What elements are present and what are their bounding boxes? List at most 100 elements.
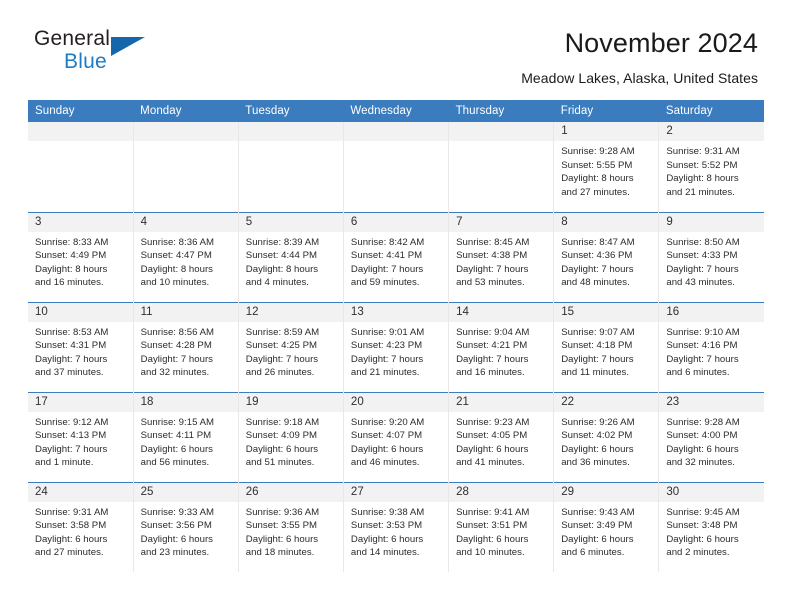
calendar-body: 1 Sunrise: 9:28 AM Sunset: 5:55 PM Daylight… [28,122,764,573]
sun-info-line-sunrise: Sunrise: 8:56 AM [140,326,215,338]
day-sun-info: Sunrise: 9:31 AM Sunset: 3:58 PM Daylight:… [28,502,133,560]
calendar-day-cell[interactable]: 20 Sunrise: 9:20 AM Sunset: 4:07 PM Dayligh… [343,391,450,483]
day-sun-info: Sunrise: 9:36 AM Sunset: 3:55 PM Daylight:… [239,502,343,560]
day-number: 23 [659,392,764,412]
sun-info-line-daylight1: Daylight: 6 hours [456,443,529,455]
calendar-day-cell[interactable]: 9 Sunrise: 8:50 AM Sunset: 4:33 PM Daylight… [658,211,764,303]
calendar-day-cell[interactable]: 7 Sunrise: 8:45 AM Sunset: 4:38 PM Daylight… [448,211,555,303]
calendar-day-cell[interactable]: 24 Sunrise: 9:31 AM Sunset: 3:58 PM Dayligh… [28,481,134,573]
day-number: 6 [343,212,449,232]
calendar-day-cell[interactable]: 17 Sunrise: 9:12 AM Sunset: 4:13 PM Dayligh… [28,391,134,483]
calendar-day-cell[interactable]: 26 Sunrise: 9:36 AM Sunset: 3:55 PM Dayligh… [238,481,344,573]
sun-info-line-sunset: Sunset: 4:33 PM [666,250,738,262]
calendar-day-cell[interactable]: 12 Sunrise: 8:59 AM Sunset: 4:25 PM Dayligh… [238,301,344,393]
day-number: 27 [343,482,449,502]
calendar-day-cell[interactable]: 11 Sunrise: 8:56 AM Sunset: 4:28 PM Dayligh… [133,301,239,393]
day-number: 12 [238,302,343,322]
sun-info-line-daylight1: Daylight: 7 hours [456,353,529,365]
calendar-day-cell[interactable]: 13 Sunrise: 9:01 AM Sunset: 4:23 PM Dayligh… [343,301,450,393]
calendar-day-cell[interactable]: 30 Sunrise: 9:45 AM Sunset: 3:48 PM Dayligh… [658,481,764,573]
day-number: 25 [133,482,238,502]
day-sun-info: Sunrise: 8:42 AM Sunset: 4:41 PM Daylight:… [344,232,448,290]
calendar-day-cell[interactable]: 19 Sunrise: 9:18 AM Sunset: 4:09 PM Dayligh… [238,391,344,483]
sun-info-line-daylight1: Daylight: 6 hours [350,443,424,455]
sun-info-line-sunrise: Sunrise: 8:47 AM [561,236,635,248]
sun-info-line-sunrise: Sunrise: 8:50 AM [666,236,740,248]
sun-info-line-sunrise: Sunrise: 9:18 AM [245,416,320,428]
sun-info-line-daylight2: and 21 minutes. [666,186,735,198]
calendar-day-cell[interactable]: 18 Sunrise: 9:15 AM Sunset: 4:11 PM Dayligh… [133,391,239,483]
day-number: 20 [343,392,449,412]
calendar-day-cell-empty [448,122,555,213]
calendar-day-cell[interactable]: 10 Sunrise: 8:53 AM Sunset: 4:31 PM Dayligh… [28,301,134,393]
calendar-day-cell[interactable]: 27 Sunrise: 9:38 AM Sunset: 3:53 PM Dayligh… [343,481,450,573]
sun-info-line-daylight2: and 59 minutes. [350,277,420,289]
sun-info-line-daylight2: and 36 minutes. [561,457,630,469]
day-sun-info: Sunrise: 9:10 AM Sunset: 4:16 PM Daylight:… [659,322,764,380]
sun-info-line-sunset: Sunset: 3:48 PM [666,520,738,532]
day-sun-info: Sunrise: 9:43 AM Sunset: 3:49 PM Daylight:… [554,502,658,560]
calendar-day-cell[interactable]: 29 Sunrise: 9:43 AM Sunset: 3:49 PM Dayligh… [553,481,660,573]
sun-info-line-sunrise: Sunrise: 8:36 AM [140,236,215,248]
sun-info-line-sunset: Sunset: 4:23 PM [350,340,423,352]
day-sun-info: Sunrise: 9:15 AM Sunset: 4:11 PM Daylight:… [134,412,238,470]
sun-info-line-sunrise: Sunrise: 9:12 AM [35,416,109,428]
calendar-week-row: 1 Sunrise: 9:28 AM Sunset: 5:55 PM Daylight… [28,122,764,213]
sun-info-line-daylight2: and 43 minutes. [666,277,735,289]
sun-info-line-sunset: Sunset: 4:41 PM [350,250,423,262]
calendar-day-cell[interactable]: 2 Sunrise: 9:31 AM Sunset: 5:52 PM Daylight… [658,122,764,213]
sun-info-line-sunrise: Sunrise: 9:01 AM [350,326,425,338]
calendar-day-cell[interactable]: 25 Sunrise: 9:33 AM Sunset: 3:56 PM Dayligh… [133,481,239,573]
calendar-day-cell[interactable]: 16 Sunrise: 9:10 AM Sunset: 4:16 PM Dayligh… [658,301,764,393]
day-number: 3 [28,212,133,232]
calendar-day-cell[interactable]: 6 Sunrise: 8:42 AM Sunset: 4:41 PM Daylight… [343,211,450,303]
page-title: November 2024 [564,28,758,58]
sun-info-line-daylight2: and 27 minutes. [35,547,104,559]
sun-info-line-sunset: Sunset: 5:52 PM [666,159,738,171]
sun-info-line-daylight2: and 11 minutes. [561,367,630,379]
day-number [133,122,238,142]
calendar-day-cell[interactable]: 15 Sunrise: 9:07 AM Sunset: 4:18 PM Dayligh… [553,301,660,393]
sun-info-line-daylight2: and 51 minutes. [245,457,315,469]
day-sun-info: Sunrise: 9:07 AM Sunset: 4:18 PM Daylight:… [554,322,658,380]
sun-info-line-sunset: Sunset: 3:53 PM [350,520,423,532]
calendar-day-cell[interactable]: 3 Sunrise: 8:33 AM Sunset: 4:49 PM Daylight… [28,211,134,303]
calendar-day-cell[interactable]: 21 Sunrise: 9:23 AM Sunset: 4:05 PM Dayligh… [448,391,555,483]
sun-info-line-daylight1: Daylight: 8 hours [245,263,319,275]
calendar-day-cell[interactable]: 8 Sunrise: 8:47 AM Sunset: 4:36 PM Daylight… [553,211,660,303]
calendar-day-cell[interactable]: 5 Sunrise: 8:39 AM Sunset: 4:44 PM Daylight… [238,211,344,303]
sun-info-line-sunset: Sunset: 4:36 PM [561,250,633,262]
sun-info-line-daylight1: Daylight: 6 hours [456,533,529,545]
general-blue-logo[interactable]: General Blue [28,28,158,80]
day-sun-info: Sunrise: 9:04 AM Sunset: 4:21 PM Daylight:… [449,322,553,380]
calendar-day-cell[interactable]: 1 Sunrise: 9:28 AM Sunset: 5:55 PM Daylight… [553,122,660,213]
sun-info-line-sunset: Sunset: 3:56 PM [140,520,212,532]
day-number: 5 [238,212,343,232]
sun-info-line-sunrise: Sunrise: 9:45 AM [666,506,740,518]
day-number: 15 [554,302,659,322]
sun-info-line-sunrise: Sunrise: 8:33 AM [35,236,109,248]
calendar-day-cell[interactable]: 14 Sunrise: 9:04 AM Sunset: 4:21 PM Dayligh… [448,301,555,393]
sun-info-line-daylight1: Daylight: 8 hours [140,263,213,275]
calendar-day-cell[interactable]: 4 Sunrise: 8:36 AM Sunset: 4:47 PM Daylight… [133,211,239,303]
day-sun-info: Sunrise: 8:50 AM Sunset: 4:33 PM Daylight:… [659,232,764,290]
sun-info-line-daylight2: and 48 minutes. [561,277,630,289]
sun-info-line-sunset: Sunset: 4:13 PM [35,430,107,442]
sun-info-line-sunset: Sunset: 4:38 PM [456,250,528,262]
location-subtitle: Meadow Lakes, Alaska, United States [521,70,758,87]
sun-info-line-daylight2: and 41 minutes. [456,457,525,469]
sun-info-line-sunset: Sunset: 4:09 PM [245,430,318,442]
day-number: 24 [28,482,133,502]
calendar-page: General Blue November 2024 Meadow Lakes,… [0,0,792,612]
sun-info-line-daylight1: Daylight: 6 hours [350,533,424,545]
day-sun-info: Sunrise: 8:56 AM Sunset: 4:28 PM Daylight:… [134,322,238,380]
calendar-day-cell[interactable]: 23 Sunrise: 9:28 AM Sunset: 4:00 PM Dayligh… [658,391,764,483]
sun-info-line-daylight1: Daylight: 8 hours [35,263,108,275]
day-number: 7 [449,212,554,232]
day-number [449,122,554,142]
sun-info-line-sunset: Sunset: 4:16 PM [666,340,738,352]
day-number [28,122,133,142]
calendar-day-cell[interactable]: 22 Sunrise: 9:26 AM Sunset: 4:02 PM Dayligh… [553,391,660,483]
calendar-day-cell[interactable]: 28 Sunrise: 9:41 AM Sunset: 3:51 PM Dayligh… [448,481,555,573]
sun-info-line-sunrise: Sunrise: 8:39 AM [245,236,320,248]
